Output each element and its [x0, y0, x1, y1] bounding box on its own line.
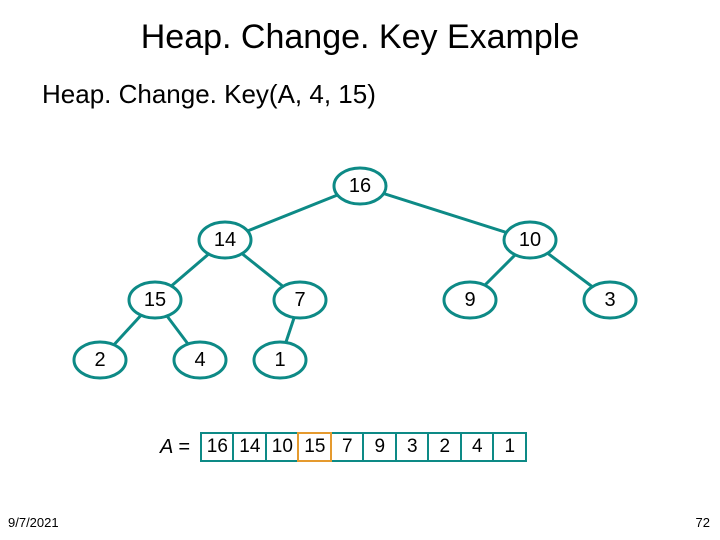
node-5-label: 7: [294, 289, 305, 311]
array-cell-5: 9: [362, 432, 397, 462]
footer-page: 72: [696, 515, 710, 530]
array-row: A = 16141015793241: [160, 432, 527, 462]
node-7-label: 3: [604, 289, 615, 311]
node-1-label: 16: [349, 175, 371, 197]
slide-title: Heap. Change. Key Example: [0, 0, 720, 57]
heap-tree-diagram: 16 14 10 15 7 9 3 2 4 1: [0, 150, 720, 410]
array-cell-4: 7: [330, 432, 365, 462]
array-cell-9: 1: [492, 432, 527, 462]
function-call: Heap. Change. Key(A, 4, 15): [0, 57, 720, 110]
array-cell-7: 2: [427, 432, 462, 462]
array-cell-1: 14: [232, 432, 267, 462]
array-cell-2: 10: [265, 432, 300, 462]
footer-date: 9/7/2021: [8, 515, 59, 530]
node-4-label: 15: [144, 289, 166, 311]
array-cell-0: 16: [200, 432, 235, 462]
node-2-label: 14: [214, 229, 236, 251]
array-cell-6: 3: [395, 432, 430, 462]
node-3-label: 10: [519, 229, 541, 251]
node-9-label: 4: [194, 349, 205, 371]
array-cell-3: 15: [297, 432, 332, 462]
node-10-label: 1: [274, 349, 285, 371]
array-cell-8: 4: [460, 432, 495, 462]
edge-1-3: [360, 186, 530, 240]
node-8-label: 2: [94, 349, 105, 371]
node-6-label: 9: [464, 289, 475, 311]
array-label: A =: [160, 436, 190, 459]
array-cells: 16141015793241: [200, 432, 528, 462]
